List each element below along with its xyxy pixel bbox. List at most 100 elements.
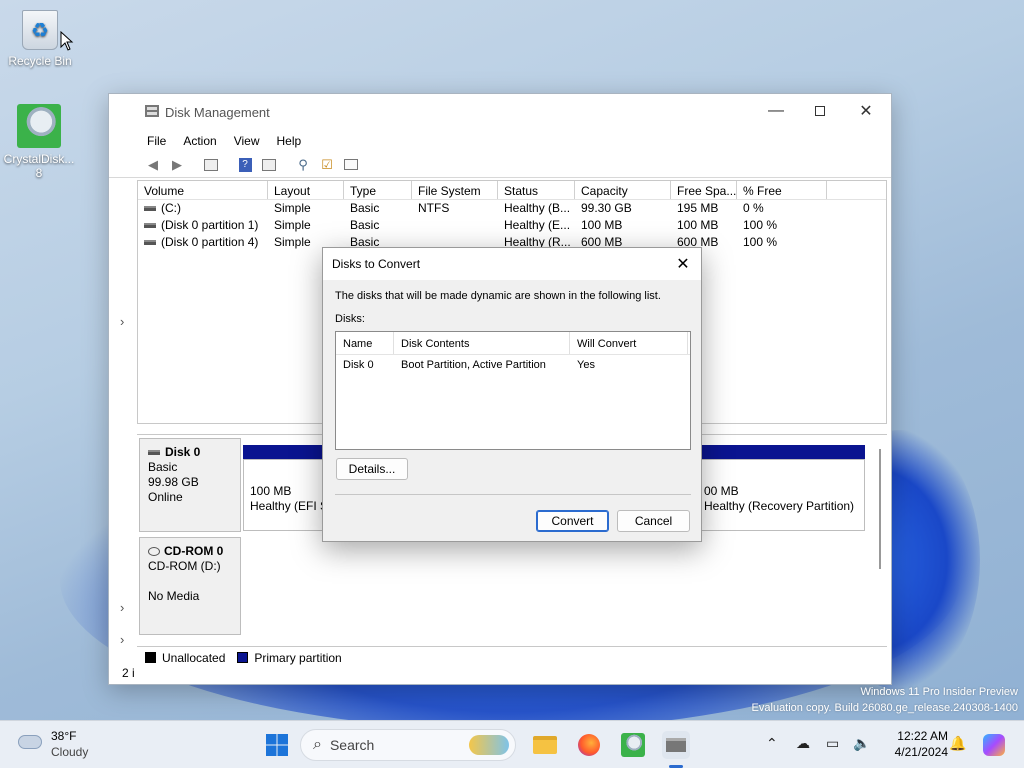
minimize-button[interactable]: — [753, 94, 799, 128]
maximize-icon [815, 106, 825, 116]
expand-chevron-icon[interactable]: › [120, 632, 124, 647]
clock-date: 4/21/2024 [894, 745, 948, 759]
bell-icon: 🔔 [949, 735, 967, 751]
col-will-convert[interactable]: Will Convert [570, 332, 688, 354]
settings-list-button[interactable] [341, 156, 361, 174]
weather-temp: 38°F [51, 729, 77, 743]
weather-widget[interactable]: 38°F Cloudy [16, 729, 106, 761]
search-placeholder: Search [329, 737, 375, 753]
disk-management-taskbar-button[interactable] [662, 731, 690, 759]
copilot-button[interactable] [980, 731, 1008, 759]
table-row[interactable]: (Disk 0 partition 1) Simple Basic Health… [138, 217, 886, 234]
weather-desc: Cloudy [51, 745, 89, 759]
col-layout[interactable]: Layout [268, 181, 344, 199]
expand-chevron-icon[interactable]: › [120, 314, 124, 329]
list-icon [344, 159, 358, 170]
windows-logo-icon [266, 734, 288, 756]
disk0-partition-efi[interactable]: 100 MB Healthy (EFI S [243, 459, 328, 531]
firefox-button[interactable] [575, 731, 603, 759]
cancel-button[interactable]: Cancel [617, 510, 690, 532]
disk-management-app-icon [145, 105, 159, 117]
col-capacity[interactable]: Capacity [575, 181, 671, 199]
close-icon: ✕ [676, 256, 690, 273]
drive-icon [144, 223, 156, 229]
col-status[interactable]: Status [498, 181, 575, 199]
volume-tray-button[interactable]: 🔈 [853, 735, 870, 752]
firefox-icon [578, 734, 600, 756]
legend-unallocated: Unallocated [162, 650, 226, 665]
cd-drive-icon [148, 547, 160, 557]
convert-button[interactable]: Convert [536, 510, 609, 532]
crystaldisk-taskbar-button[interactable] [619, 731, 647, 759]
forward-button[interactable]: ▶ [167, 156, 187, 174]
help-icon: ? [238, 157, 252, 172]
display-tray-button[interactable]: ▭ [826, 735, 839, 752]
partition-status: Healthy (EFI S [250, 499, 328, 513]
checklist-button[interactable]: ☑ [317, 156, 337, 174]
window-titlebar[interactable]: Disk Management — ✕ [109, 94, 891, 130]
disk-icon [148, 450, 160, 456]
list-item[interactable]: Disk 0 Boot Partition, Active Partition … [336, 355, 690, 375]
disk0-state: Online [148, 490, 183, 504]
disk0-label[interactable]: Disk 0 Basic 99.98 GB Online [139, 438, 241, 532]
disks-list-header: Name Disk Contents Will Convert [336, 332, 690, 355]
dialog-message: The disks that will be made dynamic are … [335, 290, 661, 302]
properties-view-button[interactable] [259, 156, 279, 174]
dialog-divider [335, 494, 691, 495]
mouse-cursor-icon [60, 31, 74, 51]
menu-view[interactable]: View [234, 134, 260, 148]
cdrom0-label[interactable]: CD-ROM 0 CD-ROM (D:) No Media [139, 537, 241, 635]
crystaldisk-shortcut[interactable]: CrystalDisk... 8 [1, 104, 77, 180]
maximize-button[interactable] [797, 94, 843, 128]
dialog-close-button[interactable]: ✕ [671, 252, 695, 276]
disks-label: Disks: [335, 313, 365, 325]
partition-status: Healthy (Recovery Partition) [704, 499, 855, 513]
clock-time: 12:22 AM [897, 729, 948, 743]
col-percent-free[interactable]: % Free [737, 181, 827, 199]
col-name[interactable]: Name [336, 332, 394, 354]
network-tray-button[interactable]: ☁ [796, 735, 810, 752]
search-highlight-icon [469, 735, 509, 755]
close-icon: ✕ [859, 103, 873, 120]
col-file-system[interactable]: File System [412, 181, 498, 199]
watermark-line2: Evaluation copy. Build 26080.ge_release.… [751, 702, 1018, 714]
show-hide-console-button[interactable] [201, 156, 221, 174]
arrow-right-icon: ▶ [172, 156, 182, 172]
show-hidden-icons-button[interactable]: ⌃ [766, 735, 778, 752]
clock[interactable]: 12:22 AM 4/21/2024 [880, 729, 948, 759]
menu-file[interactable]: File [147, 134, 166, 148]
expand-chevron-icon[interactable]: › [120, 600, 124, 615]
col-free-space[interactable]: Free Spa... [671, 181, 737, 199]
search-box[interactable]: ⌕ Search [300, 729, 516, 761]
checklist-icon: ☑ [321, 156, 333, 172]
legend: Unallocated Primary partition [137, 646, 887, 668]
start-button[interactable] [263, 731, 291, 759]
notifications-button[interactable]: 🔔 [949, 735, 966, 752]
dialog-titlebar[interactable]: Disks to Convert ✕ [323, 248, 701, 280]
back-button[interactable]: ◀ [143, 156, 163, 174]
graphical-view-scrollbar[interactable] [879, 449, 881, 569]
dialog-title: Disks to Convert [332, 257, 421, 271]
col-disk-contents[interactable]: Disk Contents [394, 332, 570, 354]
disk0-partition-recovery[interactable]: 00 MB Healthy (Recovery Partition) [697, 459, 865, 531]
close-button[interactable]: ✕ [843, 94, 889, 128]
details-button[interactable]: Details... [336, 458, 408, 480]
menu-action[interactable]: Action [183, 134, 216, 148]
col-type[interactable]: Type [344, 181, 412, 199]
watermark-line1: Windows 11 Pro Insider Preview [860, 686, 1018, 698]
drive-icon [144, 206, 156, 212]
drive-icon [144, 240, 156, 246]
help-button[interactable]: ? [235, 156, 255, 174]
connect-button[interactable]: ⚲ [293, 156, 313, 174]
cloud-offline-icon: ☁ [796, 735, 810, 751]
table-row[interactable]: (C:) Simple Basic NTFS Healthy (B... 99.… [138, 200, 886, 217]
toolbar: ◀ ▶ ? ⚲ ☑ [109, 152, 891, 178]
recycle-bin-icon: ♻ [22, 10, 58, 50]
menu-help[interactable]: Help [277, 134, 302, 148]
folder-icon [533, 736, 557, 754]
col-volume[interactable]: Volume [138, 181, 268, 199]
disk-management-icon [666, 738, 686, 752]
primary-partition-swatch [237, 652, 249, 663]
file-explorer-button[interactable] [531, 731, 559, 759]
status-bar-text: 2 i [122, 666, 135, 680]
